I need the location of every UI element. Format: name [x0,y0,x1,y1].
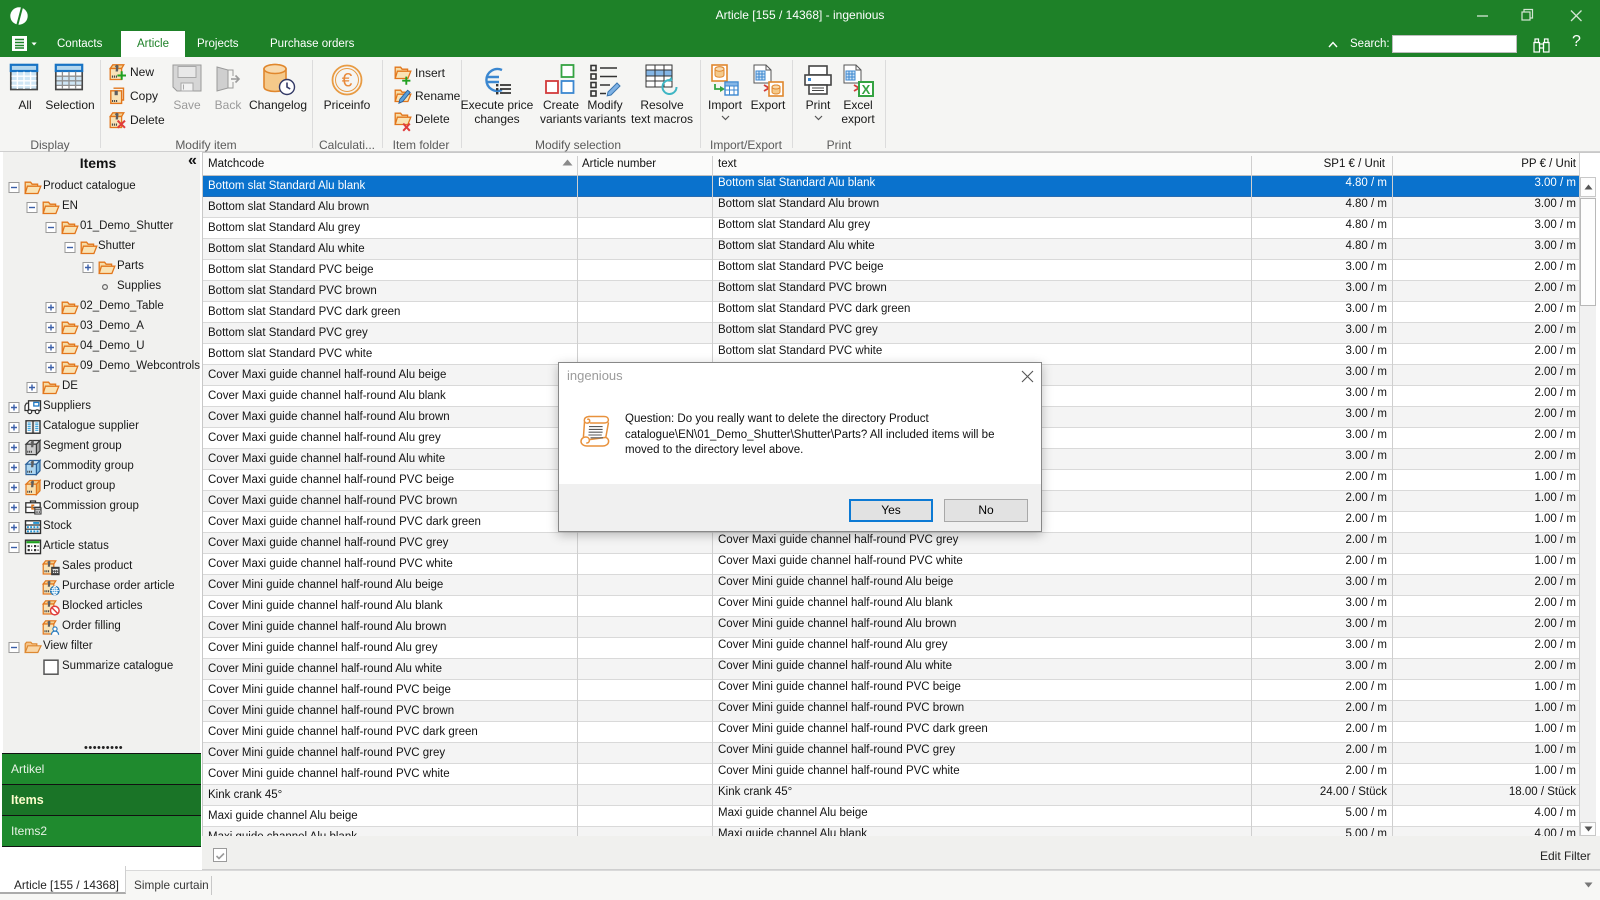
svg-text:€: € [342,71,353,92]
svg-text:X: X [862,82,871,97]
